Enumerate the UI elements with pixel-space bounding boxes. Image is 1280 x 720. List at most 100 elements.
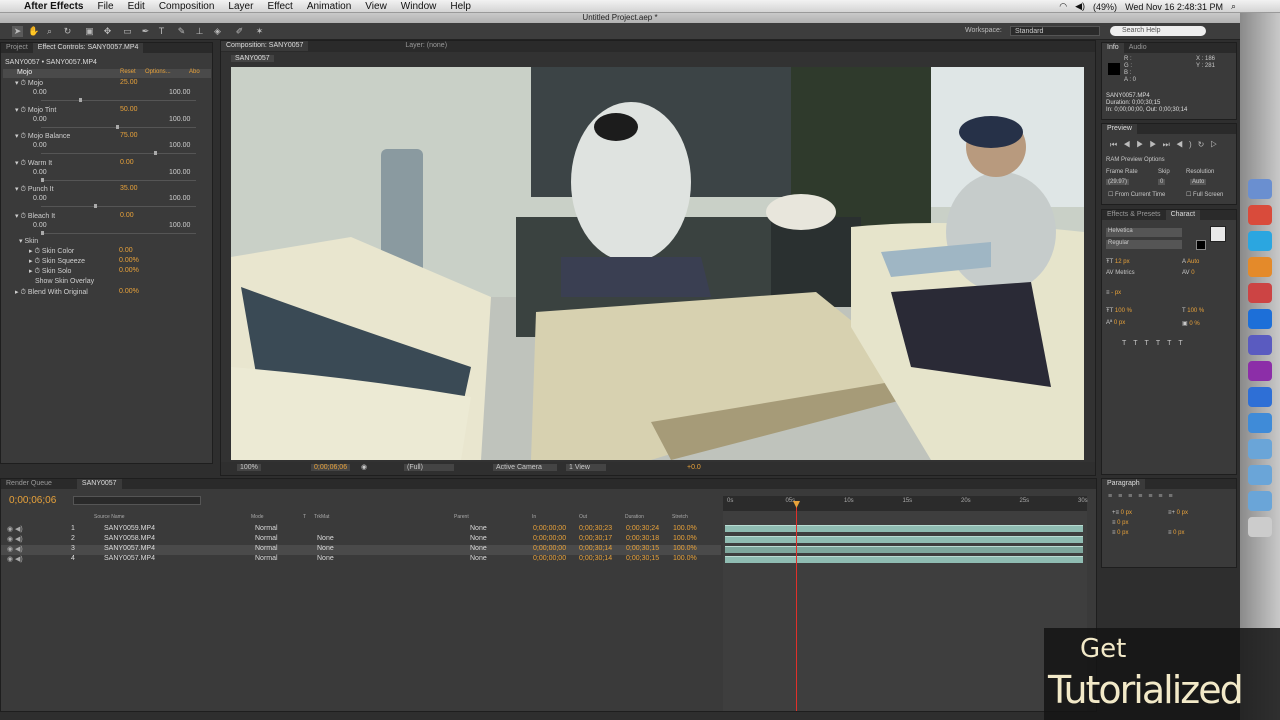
spotlight-icon[interactable]: ⌕: [1231, 1, 1236, 12]
menu-help[interactable]: Help: [443, 0, 478, 13]
about-link[interactable]: Abo: [189, 69, 200, 75]
word-icon[interactable]: [1248, 387, 1272, 407]
layer-name[interactable]: SANY0057.MP4: [104, 545, 155, 552]
menu-edit[interactable]: Edit: [121, 0, 152, 13]
layer-mode-select[interactable]: Normal: [255, 555, 278, 562]
layer-duration[interactable]: 0;00;30;24: [626, 525, 659, 532]
snapshot-icon[interactable]: ◉: [361, 463, 367, 471]
space-after-value[interactable]: 0 px: [1173, 530, 1184, 536]
stroke-color-swatch[interactable]: [1196, 240, 1206, 250]
layer-stretch[interactable]: 100.0%: [673, 535, 697, 542]
tab-info[interactable]: Info: [1102, 43, 1124, 53]
folder-icon[interactable]: [1248, 491, 1272, 511]
tsume-value[interactable]: 0 %: [1189, 321, 1199, 327]
workspace-select[interactable]: Standard: [1010, 26, 1100, 36]
space-before-field[interactable]: ≡ 0 px: [1112, 530, 1129, 536]
layer-trkmat-select[interactable]: None: [317, 545, 334, 552]
table-row[interactable]: ◉ ◀) 4 SANY0057.MP4 Normal None None 0;00;00;0…: [1, 555, 721, 565]
itunes-icon[interactable]: [1248, 413, 1272, 433]
param-value[interactable]: 75.00: [120, 132, 138, 139]
ram-preview-options[interactable]: RAM Preview Options: [1106, 157, 1165, 163]
indent-left-field[interactable]: +≡ 0 px: [1112, 510, 1132, 516]
last-frame-icon[interactable]: ⏭: [1163, 140, 1176, 149]
layer-parent-select[interactable]: None: [470, 555, 487, 562]
effect-param-row[interactable]: ▾ ⏱ Bleach It 0.00: [15, 212, 215, 222]
param-slider[interactable]: [41, 124, 196, 129]
exposure-value[interactable]: +0.0: [687, 464, 701, 471]
skin-solo-row[interactable]: ▸ ⏱ Skin Solo 0.00%: [29, 267, 229, 277]
param-value[interactable]: 0.00: [120, 159, 134, 166]
layer-duration[interactable]: 0;00;30;18: [626, 535, 659, 542]
leading-field[interactable]: A Auto: [1182, 259, 1199, 265]
effect-param-row[interactable]: ▾ ⏱ Mojo Tint 50.00: [15, 106, 215, 116]
battery-indicator[interactable]: (49%): [1093, 2, 1117, 12]
show-skin-overlay-row[interactable]: Show Skin Overlay: [35, 278, 235, 288]
layer-trkmat-select[interactable]: None: [317, 555, 334, 562]
from-current-time-checkbox[interactable]: ☐ From Current Time: [1108, 191, 1165, 198]
timeline-timecode[interactable]: 0;00;06;06: [9, 495, 56, 506]
param-slider[interactable]: [41, 204, 196, 208]
options-link[interactable]: Options...: [145, 69, 171, 75]
finder-icon[interactable]: [1248, 179, 1272, 199]
zoom-tool-icon[interactable]: ⌕: [44, 26, 55, 37]
effect-param-row[interactable]: ▾ ⏱ Punch It 35.00: [15, 185, 215, 195]
slider-knob[interactable]: [41, 230, 44, 235]
font-size-value[interactable]: 12 px: [1115, 259, 1130, 265]
audio-icon[interactable]: ◀): [1176, 140, 1198, 149]
param-slider[interactable]: [41, 230, 196, 235]
rectangle-tool-icon[interactable]: ▭: [122, 26, 133, 37]
text-style-buttons[interactable]: TTTTTT: [1122, 340, 1190, 347]
layer-mode-select[interactable]: Normal: [255, 525, 278, 532]
visibility-icon[interactable]: ◉ ◀): [7, 545, 23, 553]
puppet-tool-icon[interactable]: ✶: [254, 26, 265, 37]
stroke-width-value[interactable]: - px: [1111, 290, 1121, 296]
slider-knob[interactable]: [153, 151, 157, 155]
vertical-scale-value[interactable]: 100 %: [1115, 308, 1132, 314]
indent-right-value[interactable]: 0 px: [1177, 510, 1188, 516]
full-screen-checkbox[interactable]: ☐ Full Screen: [1186, 191, 1223, 198]
trash-icon[interactable]: [1248, 517, 1272, 537]
layer-out[interactable]: 0;00;30;14: [579, 555, 612, 562]
layer-stretch[interactable]: 100.0%: [673, 555, 697, 562]
after-effects-icon[interactable]: [1248, 335, 1272, 355]
layer-in[interactable]: 0;00;00;00: [533, 535, 566, 542]
font-family-select[interactable]: Helvetica: [1106, 228, 1182, 237]
app-menu[interactable]: After Effects: [17, 0, 90, 13]
layer-in[interactable]: 0;00;00;00: [533, 555, 566, 562]
blend-row[interactable]: ▸ ⏱ Blend With Original 0.00%: [15, 288, 215, 298]
layer-name[interactable]: SANY0059.MP4: [104, 525, 155, 532]
rotate-tool-icon[interactable]: ↻: [62, 26, 73, 37]
tab-composition[interactable]: Composition: SANY0057: [221, 41, 309, 51]
twitter-icon[interactable]: [1248, 231, 1272, 251]
tracking-value[interactable]: 0: [1191, 270, 1194, 276]
param-slider[interactable]: [41, 177, 196, 182]
composition-viewer-frame[interactable]: [231, 67, 1084, 460]
fill-color-swatch[interactable]: [1210, 226, 1226, 242]
roto-brush-icon[interactable]: ✐: [234, 26, 245, 37]
pan-behind-tool-icon[interactable]: ✥: [102, 26, 113, 37]
menu-animation[interactable]: Animation: [300, 0, 358, 13]
layer-stretch[interactable]: 100.0%: [673, 545, 697, 552]
skin-group[interactable]: ▾ Skin: [19, 237, 219, 247]
font-style-select[interactable]: Regular: [1106, 240, 1182, 249]
camera-tool-icon[interactable]: ▣: [84, 26, 95, 37]
tab-preview[interactable]: Preview: [1102, 124, 1137, 134]
baseline-shift-field[interactable]: Aª 0 px: [1106, 320, 1125, 326]
layer-name[interactable]: SANY0058.MP4: [104, 535, 155, 542]
brush-tool-icon[interactable]: ✎: [176, 26, 187, 37]
param-slider[interactable]: [41, 98, 196, 102]
tab-character[interactable]: Charact: [1165, 210, 1201, 220]
vertical-scale-field[interactable]: ŦT 100 %: [1106, 308, 1132, 314]
tab-timeline-comp[interactable]: SANY0057: [76, 479, 122, 489]
ram-preview-icon[interactable]: ▷: [1210, 140, 1223, 149]
slider-knob[interactable]: [93, 204, 97, 208]
menu-window[interactable]: Window: [394, 0, 444, 13]
visibility-icon[interactable]: ◉ ◀): [7, 555, 23, 563]
skin-color-row[interactable]: ▸ ⏱ Skin Color 0.00: [29, 247, 229, 257]
wifi-icon[interactable]: ◠: [1059, 1, 1067, 12]
layer-out[interactable]: 0;00;30;14: [579, 545, 612, 552]
menu-effect[interactable]: Effect: [260, 0, 299, 13]
layer-parent-select[interactable]: None: [470, 525, 487, 532]
tab-layer[interactable]: Layer: (none): [400, 41, 452, 51]
param-value[interactable]: 25.00: [120, 79, 138, 86]
